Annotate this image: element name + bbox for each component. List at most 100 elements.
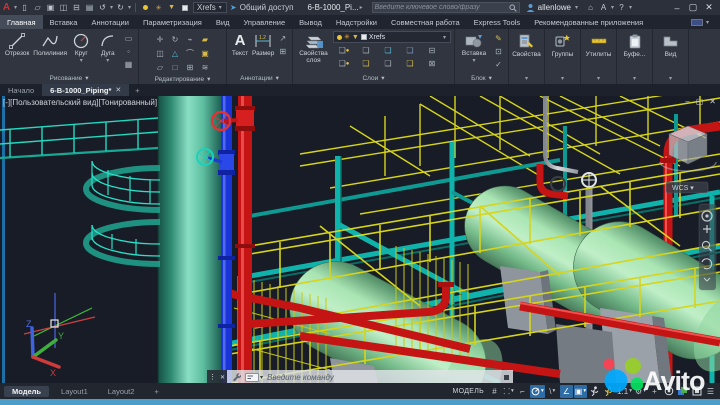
doc-caret-icon[interactable]: ▸ [360,4,363,11]
tab-output[interactable]: Вывод [292,15,329,29]
redo-icon[interactable]: ↻ [114,1,127,14]
scale-tool-icon[interactable]: □ [168,60,183,74]
drawing-restore-icon[interactable]: ▢ [696,97,704,106]
circle-button[interactable]: Круг ▾ [69,31,93,64]
customize-wrench-icon[interactable] [231,372,241,382]
print-icon[interactable]: ▤ [83,1,96,14]
app-menu-caret-icon[interactable]: ▾ [14,4,17,11]
layer-color-icon[interactable] [360,34,367,40]
panel-properties[interactable]: Свойства ▾ [509,29,545,84]
panel-view[interactable]: Вид ▾ [653,29,689,84]
layer-unlock-icon[interactable]: ▼ [352,34,359,41]
tab-insert[interactable]: Вставка [43,15,85,29]
panel-title-annotation[interactable]: Аннотации ▾ [227,72,292,84]
command-resize-handle[interactable] [504,374,509,380]
tab-collaborate[interactable]: Совместная работа [384,15,467,29]
drawing-canvas[interactable]: [-][Пользовательский вид][Тонированный] … [0,96,720,383]
new-drawing-tab-button[interactable]: + [129,84,145,96]
polar-tracking-icon[interactable]: ▾ [530,384,545,398]
block-create-icon[interactable]: ⊡ [492,45,505,57]
grip-dots-icon[interactable]: ⋮ [209,373,216,381]
layer-isolate-icon[interactable]: ❏ ● [333,44,355,57]
viewcube-ucs-menu[interactable]: WCS ▾ [665,181,709,194]
dimension-button[interactable]: 1.2 Размер [252,31,274,57]
layer-on-icon[interactable] [337,34,342,40]
drawing-close-icon[interactable]: ✕ [709,97,716,106]
new-layout-button[interactable]: + [146,386,166,397]
tab-manage[interactable]: Управление [236,15,292,29]
model-space-label[interactable]: МОДЕЛЬ [452,388,484,395]
panel-groups[interactable]: Группы ▾ [545,29,581,84]
signed-in-user[interactable]: allenlowe ▾ [526,3,579,12]
new-file-icon[interactable]: ▯ [18,1,31,14]
command-line-grip[interactable]: ⋮ ✕ [207,370,227,383]
window-minimize-button[interactable]: – [670,3,684,13]
rotate-tool-icon[interactable]: ↻ [168,32,183,46]
layer-state-icon[interactable]: ⊟ [421,44,443,57]
layer-dropdown[interactable]: ✳ ▼ Xrefs ▾ [333,31,451,43]
panel-title-draw[interactable]: Рисование ▾ [0,72,138,84]
drawing-minimize-icon[interactable]: – [685,97,689,106]
panel-clipboard[interactable]: Буфе... ▾ [617,29,653,84]
undo-caret-icon[interactable]: ▾ [110,4,113,11]
properties-expand-icon[interactable]: ▾ [525,75,528,82]
block-edit-icon[interactable]: ✎ [492,32,505,44]
erase-tool-icon[interactable]: ▰ [198,32,213,46]
help-icon[interactable]: ? [615,1,628,14]
command-close-icon[interactable]: ✕ [220,374,225,381]
save-as-icon[interactable]: ◫ [57,1,70,14]
ribbon-options-icon[interactable]: ▾ [690,15,720,29]
mirror-tool-icon[interactable]: △ [168,46,183,60]
undo-icon[interactable]: ↺ [96,1,109,14]
app-logo-icon[interactable]: A [0,1,13,14]
layer-current-icon[interactable]: ❏ [377,57,399,70]
help-caret-icon[interactable]: ▾ [629,4,632,11]
file-tab-close-icon[interactable]: ✕ [115,86,121,94]
utilities-expand-icon[interactable]: ▾ [597,75,600,82]
arc-button[interactable]: Дуга ▾ [96,31,120,64]
leader-tool-icon[interactable]: ↗ [276,32,289,44]
window-maximize-button[interactable]: ▢ [686,2,700,13]
panel-title-modify[interactable]: Редактирование ▾ [139,74,226,84]
layer-unisolate-icon[interactable]: ❏ [355,44,377,57]
grid-display-icon[interactable]: # [488,385,501,398]
tab-view[interactable]: Вид [209,15,237,29]
stretch-tool-icon[interactable]: ▱ [153,60,168,74]
layout-tab-layout2[interactable]: Layout2 [100,386,143,397]
clipboard-expand-icon[interactable]: ▾ [633,75,636,82]
layer-properties-button[interactable]: Свойства слоя [296,31,331,64]
move-tool-icon[interactable]: ✛ [153,32,168,46]
copy-tool-icon[interactable]: ◫ [153,46,168,60]
layer-off-icon[interactable]: ❏ [399,44,421,57]
array-tool-icon[interactable]: ⊞ [183,60,198,74]
layer-match-icon[interactable]: ❏ ● [333,57,355,70]
panel-title-layers[interactable]: Слои ▾ [293,72,454,84]
tab-home[interactable]: Главная [0,15,43,29]
layer-freeze-sun-icon[interactable]: ✳ [152,1,165,14]
panel-utilities[interactable]: Утилиты ▾ [581,29,617,84]
open-file-icon[interactable]: ▱ [31,1,44,14]
text-button[interactable]: A Текст [230,31,250,57]
object-snap-tracking-icon[interactable]: ∠ [559,384,573,398]
file-tab-drawing[interactable]: 6-B-1000_Piping* ✕ [42,84,130,96]
recent-commands-icon[interactable]: ▾ [245,372,263,382]
autodesk-a-icon[interactable]: A [597,1,610,14]
block-attr-icon[interactable]: ✓ [492,58,505,70]
tab-featured-apps[interactable]: Рекомендованные приложения [527,15,650,29]
explode-tool-icon[interactable]: ▣ [198,46,213,60]
tab-express-tools[interactable]: Express Tools [467,15,528,29]
window-close-button[interactable]: ✕ [702,2,716,13]
search-icon[interactable] [509,3,517,12]
offset-tool-icon[interactable]: ≋ [198,60,213,74]
share-icon[interactable]: ➤ [227,1,240,14]
snap-mode-icon[interactable]: ⸬ ▾ [502,385,515,398]
autodesk-caret-icon[interactable]: ▾ [611,4,614,11]
command-input[interactable] [267,372,500,382]
qat-layer-dropdown[interactable]: Xrefs ▾ [193,2,227,13]
layer-lock-icon[interactable]: ▼ [165,1,178,14]
tab-annotate[interactable]: Аннотации [84,15,136,29]
layer-on-bulb-icon[interactable] [139,1,152,14]
polyline-button[interactable]: Полилиния [33,31,67,57]
insert-block-button[interactable]: Вставка ▾ [458,31,490,64]
layout-tab-model[interactable]: Модель [4,385,50,397]
